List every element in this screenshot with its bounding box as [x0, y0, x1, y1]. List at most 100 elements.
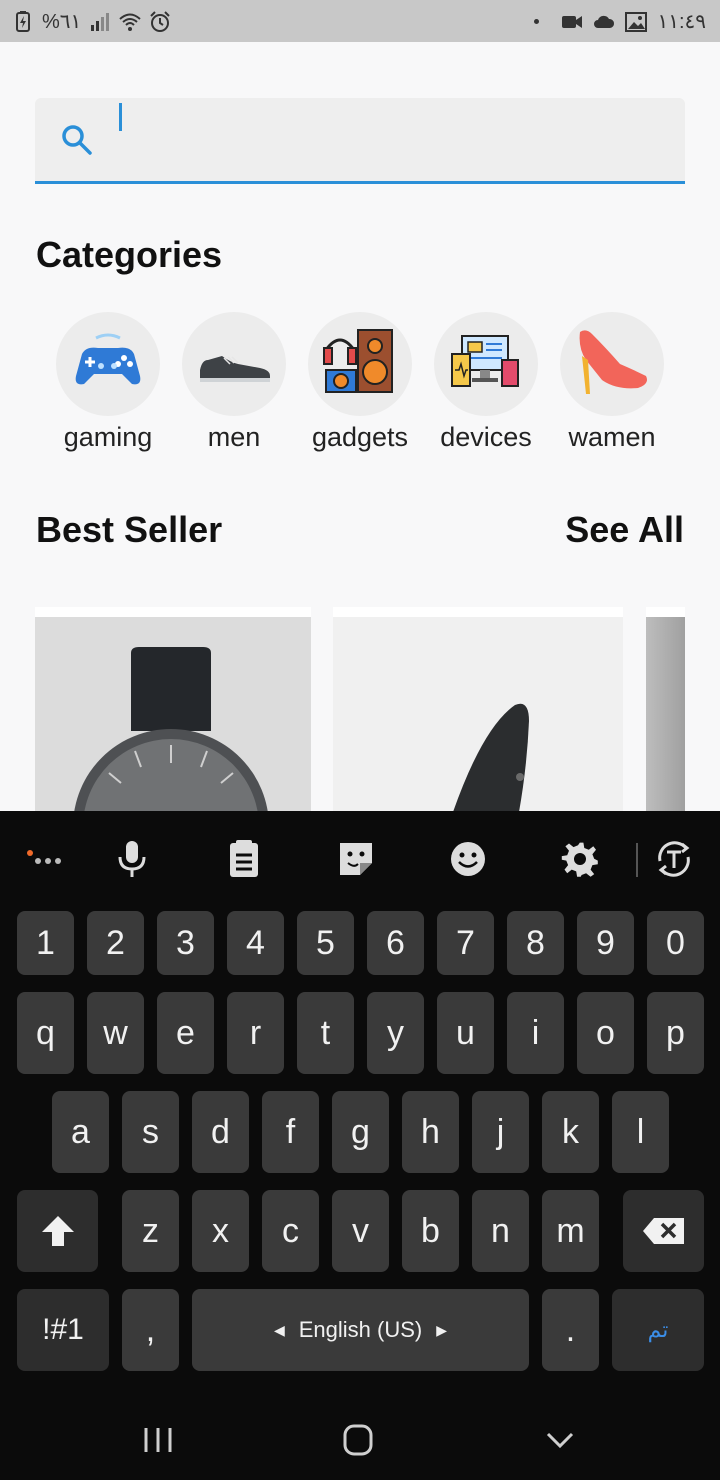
- key-c[interactable]: c: [262, 1190, 319, 1272]
- key-u[interactable]: u: [437, 992, 494, 1074]
- key-b[interactable]: b: [402, 1190, 459, 1272]
- sneaker-icon: [200, 356, 270, 382]
- watch-image: [35, 617, 311, 812]
- key-9[interactable]: 9: [577, 911, 634, 975]
- category-label: gadgets: [311, 422, 409, 452]
- category-gaming[interactable]: gaming: [45, 310, 171, 460]
- toolbar-divider: [636, 843, 638, 877]
- key-s[interactable]: s: [122, 1091, 179, 1173]
- product-card[interactable]: [333, 607, 623, 812]
- key-z[interactable]: z: [122, 1190, 179, 1272]
- key-q[interactable]: q: [17, 992, 74, 1074]
- key-r[interactable]: r: [227, 992, 284, 1074]
- key-1[interactable]: 1: [17, 911, 74, 975]
- key-j[interactable]: j: [472, 1091, 529, 1173]
- category-icon-wrap: [308, 312, 412, 416]
- key-y[interactable]: y: [367, 992, 424, 1074]
- key-6[interactable]: 6: [367, 911, 424, 975]
- gamepad-icon: [75, 333, 141, 385]
- shift-key[interactable]: [17, 1190, 98, 1272]
- recent-apps-icon[interactable]: [138, 1422, 178, 1458]
- devices-icon: [451, 335, 519, 387]
- wifi-icon: [119, 13, 141, 31]
- video-icon: [562, 15, 583, 28]
- category-icon-wrap: [56, 312, 160, 416]
- category-devices[interactable]: devices: [423, 310, 549, 460]
- key-h[interactable]: h: [402, 1091, 459, 1173]
- key-3[interactable]: 3: [157, 911, 214, 975]
- sticker-icon[interactable]: [336, 839, 376, 879]
- key-5[interactable]: 5: [297, 911, 354, 975]
- key-w[interactable]: w: [87, 992, 144, 1074]
- emoji-icon[interactable]: [448, 839, 488, 879]
- key-x[interactable]: x: [192, 1190, 249, 1272]
- category-icon-wrap: [434, 312, 538, 416]
- signal-icon: [91, 12, 110, 31]
- key-d[interactable]: d: [192, 1091, 249, 1173]
- key-0[interactable]: 0: [647, 911, 704, 975]
- navigation-bar: [0, 1400, 720, 1480]
- arrow-right-icon: ▶: [436, 1321, 448, 1338]
- translate-icon[interactable]: [654, 839, 694, 879]
- period-key[interactable]: .: [542, 1289, 599, 1371]
- key-v[interactable]: v: [332, 1190, 389, 1272]
- cloud-icon: [594, 15, 615, 28]
- product-image: [646, 617, 685, 812]
- status-bar: %٦١ ١١:٤٩: [0, 0, 720, 42]
- key-o[interactable]: o: [577, 992, 634, 1074]
- text-caret: [119, 103, 122, 131]
- product-card[interactable]: [646, 607, 685, 812]
- backspace-key[interactable]: [623, 1190, 704, 1272]
- done-key[interactable]: تم: [612, 1289, 704, 1371]
- key-e[interactable]: e: [157, 992, 214, 1074]
- key-f[interactable]: f: [262, 1091, 319, 1173]
- search-icon[interactable]: [59, 122, 95, 158]
- arrow-left-icon: ◀: [273, 1321, 285, 1338]
- comma-key[interactable]: ,: [122, 1289, 179, 1371]
- gadgets-icon: [323, 329, 393, 393]
- more-options-icon[interactable]: [24, 839, 64, 879]
- category-wamen[interactable]: wamen: [549, 310, 675, 460]
- category-men[interactable]: men: [171, 310, 297, 460]
- key-p[interactable]: p: [647, 992, 704, 1074]
- category-label: wamen: [568, 422, 656, 452]
- clock: ١١:٤٩: [657, 11, 706, 33]
- microphone-icon[interactable]: [112, 839, 152, 879]
- key-l[interactable]: l: [612, 1091, 669, 1173]
- hide-keyboard-chevron-down-icon[interactable]: [540, 1422, 580, 1458]
- space-language-label: English (US): [298, 1317, 423, 1342]
- alarm-icon: [150, 10, 170, 32]
- key-i[interactable]: i: [507, 992, 564, 1074]
- key-7[interactable]: 7: [437, 911, 494, 975]
- key-2[interactable]: 2: [87, 911, 144, 975]
- key-n[interactable]: n: [472, 1190, 529, 1272]
- key-8[interactable]: 8: [507, 911, 564, 975]
- search-bar[interactable]: [35, 98, 685, 184]
- keyboard: 1 2 3 4 5 6 7 8 9 0 q w e r t y u i o p …: [0, 811, 720, 1480]
- clipboard-icon[interactable]: [224, 839, 264, 879]
- product-image: [333, 617, 623, 812]
- space-key[interactable]: ◀ English (US) ▶: [192, 1289, 529, 1371]
- see-all-link[interactable]: See All: [565, 509, 684, 551]
- backspace-icon: [642, 1218, 684, 1244]
- shift-arrow-icon: [41, 1216, 74, 1246]
- battery-level: %٦١: [42, 11, 82, 33]
- category-label: gaming: [63, 422, 153, 452]
- key-m[interactable]: m: [542, 1190, 599, 1272]
- categories-title: Categories: [36, 234, 223, 275]
- symbols-key[interactable]: !#1: [17, 1289, 109, 1371]
- high-heel-icon: [579, 330, 647, 394]
- home-icon[interactable]: [338, 1422, 378, 1458]
- category-icon-wrap: [560, 312, 664, 416]
- settings-gear-icon[interactable]: [560, 839, 600, 879]
- product-card[interactable]: [35, 607, 311, 812]
- key-t[interactable]: t: [297, 992, 354, 1074]
- key-a[interactable]: a: [52, 1091, 109, 1173]
- key-4[interactable]: 4: [227, 911, 284, 975]
- key-g[interactable]: g: [332, 1091, 389, 1173]
- keyboard-toolbar: [0, 811, 720, 906]
- key-k[interactable]: k: [542, 1091, 599, 1173]
- battery-icon: [16, 10, 30, 32]
- search-input[interactable]: [119, 102, 659, 162]
- category-gadgets[interactable]: gadgets: [297, 310, 423, 460]
